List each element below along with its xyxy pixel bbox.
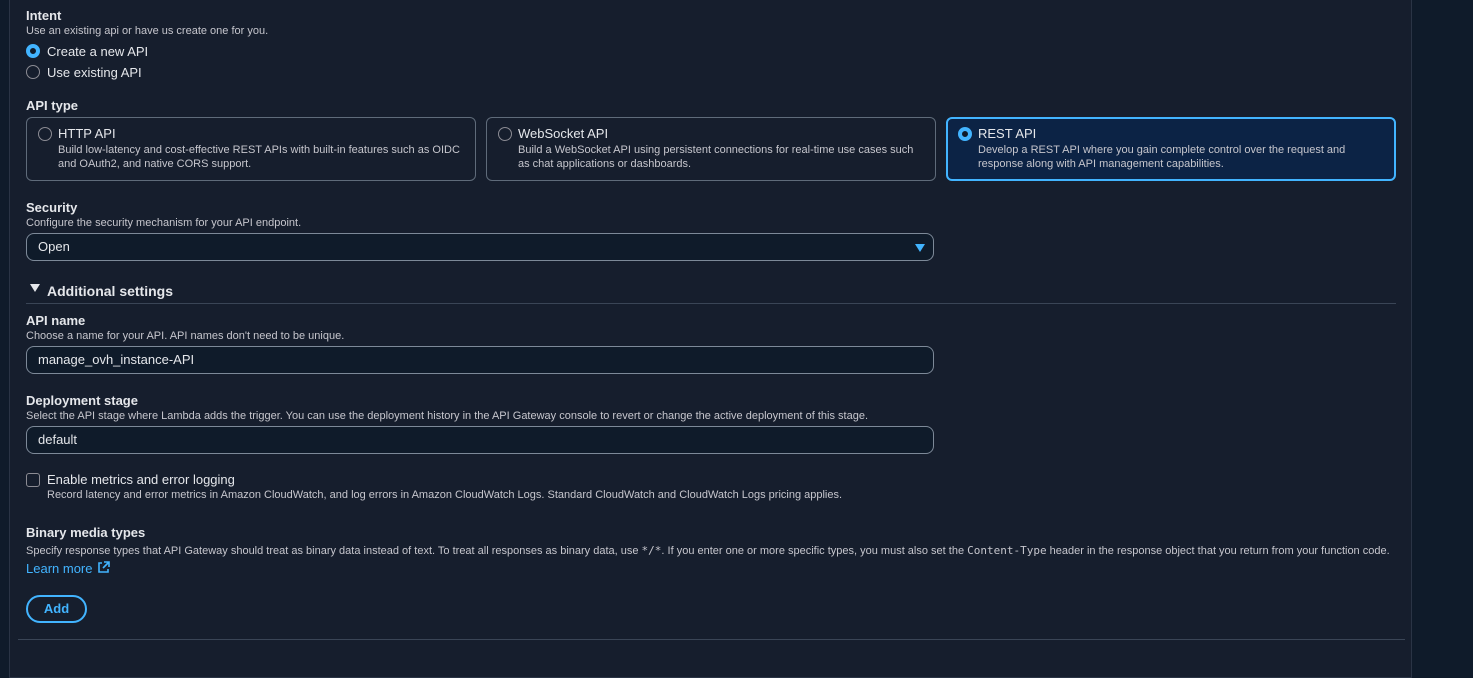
metrics-label[interactable]: Enable metrics and error logging: [47, 472, 235, 487]
intent-description: Use an existing api or have us create on…: [26, 25, 269, 37]
radio-use-existing-api[interactable]: Use existing API: [26, 62, 142, 82]
binary-media-label: Binary media types: [26, 525, 146, 540]
radio-selected-icon[interactable]: [958, 127, 972, 141]
radio-create-new-api[interactable]: Create a new API: [26, 41, 148, 61]
metrics-description: Record latency and error metrics in Amaz…: [47, 489, 843, 501]
tile-description: Build a WebSocket API using persistent c…: [518, 144, 914, 170]
tile-title: WebSocket API: [518, 126, 609, 141]
deployment-stage-value: default: [38, 432, 78, 447]
tile-http-api[interactable]: HTTP API Build low-latency and cost-effe…: [26, 117, 476, 181]
deployment-stage-input[interactable]: default: [26, 426, 934, 454]
add-button[interactable]: Add: [26, 595, 87, 623]
caret-expanded-icon[interactable]: [30, 284, 40, 292]
tile-description: Develop a REST API where you gain comple…: [978, 144, 1346, 170]
configuration-panel: Intent Use an existing api or have us cr…: [9, 0, 1412, 678]
radio-unselected-icon[interactable]: [26, 65, 40, 79]
learn-more-link[interactable]: Learn more: [26, 561, 93, 576]
api-type-label: API type: [26, 98, 79, 113]
external-link-icon[interactable]: [97, 561, 110, 574]
tile-title: REST API: [978, 126, 1037, 141]
learn-more-link-text-1[interactable]: Learn: [26, 561, 59, 576]
api-name-value: manage_ovh_instance-API: [38, 352, 195, 367]
security-description: Configure the security mechanism for you…: [26, 217, 302, 229]
radio-unselected-icon[interactable]: [498, 127, 512, 141]
binary-media-description: Specify response types that API Gateway …: [26, 542, 1396, 579]
radio-label: Use existing API: [47, 64, 142, 80]
radio-selected-icon[interactable]: [26, 44, 40, 58]
radio-unselected-icon[interactable]: [38, 127, 52, 141]
binary-media-desc-part2: . If you enter one or more specific type…: [661, 545, 968, 557]
security-label: Security: [26, 200, 78, 215]
api-name-description: Choose a name for your API. API names do…: [26, 330, 345, 342]
binary-media-desc-part1: Specify response types that API Gateway …: [26, 545, 642, 557]
bottom-divider: [18, 639, 1405, 640]
security-select-value: Open: [38, 239, 70, 254]
tile-websocket-api[interactable]: WebSocket API Build a WebSocket API usin…: [486, 117, 936, 181]
intent-label: Intent: [26, 8, 62, 23]
additional-settings-toggle[interactable]: Additional settings: [47, 283, 173, 299]
deployment-stage-label: Deployment stage: [26, 393, 138, 408]
security-select[interactable]: Open: [26, 233, 934, 261]
deployment-stage-description: Select the API stage where Lambda adds t…: [26, 410, 869, 422]
api-name-label: API name: [26, 313, 86, 328]
tile-rest-api[interactable]: REST API Develop a REST API where you ga…: [946, 117, 1396, 181]
binary-media-code-all: */*: [641, 544, 662, 557]
caret-down-icon: [915, 244, 925, 252]
learn-more-link-text-2[interactable]: more: [63, 561, 93, 576]
radio-label: Create a new API: [47, 43, 149, 59]
section-divider: [26, 303, 1396, 304]
binary-media-desc-part3: header in the response object that you r…: [1046, 545, 1390, 557]
api-name-input[interactable]: manage_ovh_instance-API: [26, 346, 934, 374]
binary-media-code-content-type: Content-Type: [967, 544, 1047, 557]
tile-title: HTTP API: [58, 126, 116, 141]
tile-description: Build low-latency and cost-effective RES…: [58, 144, 460, 170]
metrics-checkbox[interactable]: [26, 473, 40, 487]
